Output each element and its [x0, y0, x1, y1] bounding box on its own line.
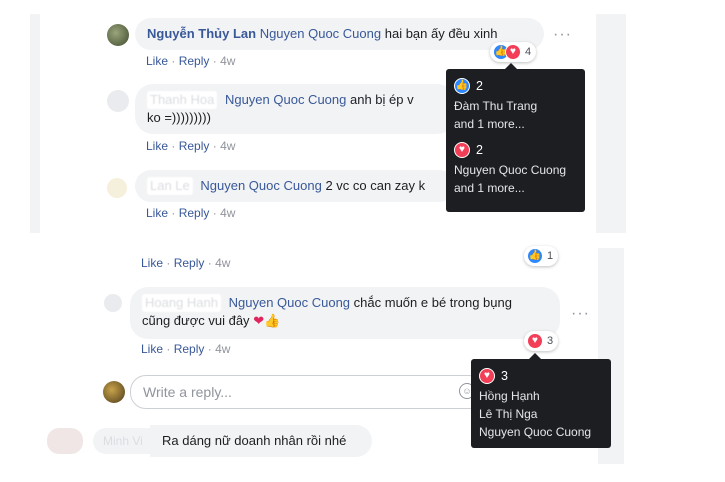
comment-text: 2 vc co can zay k — [325, 178, 426, 193]
mention-tag[interactable]: Nguyen Quoc Cuong — [225, 92, 346, 107]
heart-icon: ♥ — [479, 368, 495, 384]
timestamp[interactable]: 4w — [220, 206, 235, 220]
more-options-icon[interactable]: ··· — [571, 306, 590, 322]
avatar[interactable] — [107, 24, 129, 46]
reactions-tooltip: 👍 2 Đàm Thu Trang and 1 more... ♥ 2 Nguy… — [446, 69, 585, 212]
like-link[interactable]: Like — [141, 342, 163, 356]
comment-text: Ra dáng nữ doanh nhân rồi nhé — [162, 433, 347, 448]
heart-icon: ♥ — [527, 333, 543, 349]
reaction-count: 4 — [525, 46, 532, 58]
thumbs-up-emoji-icon: 👍 — [264, 313, 281, 328]
like-link[interactable]: Like — [146, 206, 168, 220]
comment-bubble: Hoang Hanh Nguyen Quoc Cuong chắc muốn e… — [130, 287, 560, 339]
like-link[interactable]: Like — [141, 256, 163, 270]
avatar[interactable] — [107, 178, 127, 198]
comment-text: hai bạn ấy đều xinh — [384, 26, 498, 41]
comment-text-cont: ko =))))))))) — [147, 110, 211, 125]
reactor-name: Nguyen Quoc Cuong — [454, 163, 567, 177]
comment-author-blurred[interactable]: Lan Le — [147, 177, 193, 195]
current-user-avatar — [103, 381, 125, 403]
timestamp[interactable]: 4w — [220, 54, 235, 68]
reply-link[interactable]: Reply — [179, 206, 210, 220]
like-link[interactable]: Like — [146, 54, 168, 68]
comment-bubble: Thanh Hoa Nguyen Quoc Cuong anh bị ép v … — [135, 84, 455, 134]
reply-link[interactable]: Reply — [174, 342, 205, 356]
reply-link[interactable]: Reply — [179, 139, 210, 153]
comment-author-blurred[interactable]: Thanh Hoa — [147, 91, 218, 109]
reactor-name: Hồng Hạnh — [479, 389, 540, 403]
mention-tag[interactable]: Nguyen Quoc Cuong — [200, 178, 321, 193]
reaction-summary[interactable]: 👍 ♥ 4 — [490, 42, 537, 62]
reactions-tooltip: ♥ 3 Hồng Hạnh Lê Thị Nga Nguyen Quoc Cuo… — [471, 359, 611, 448]
reaction-summary[interactable]: 👍 1 — [524, 246, 559, 266]
timestamp[interactable]: 4w — [220, 139, 235, 153]
comment-author-blurred[interactable]: Minh Vi — [93, 428, 153, 454]
comment-text: anh bị ép v — [350, 92, 414, 107]
more-options-icon[interactable]: ··· — [553, 27, 572, 43]
timestamp[interactable]: 4w — [215, 342, 230, 356]
avatar[interactable] — [47, 428, 83, 454]
avatar[interactable] — [107, 90, 129, 112]
comment-actions: Like · Reply · 4w — [146, 206, 236, 220]
thumbs-up-icon: 👍 — [454, 78, 470, 94]
reply-link[interactable]: Reply — [174, 256, 205, 270]
comment-actions: Like · Reply · 4w — [146, 139, 236, 153]
comment-actions: Like · Reply · 4w — [141, 342, 231, 356]
comment-actions: Like · Reply · 4w — [146, 54, 236, 68]
reply-link[interactable]: Reply — [179, 54, 210, 68]
comment-bubble: Ra dáng nữ doanh nhân rồi nhé — [150, 425, 372, 457]
like-link[interactable]: Like — [146, 139, 168, 153]
reactor-name: Lê Thị Nga — [479, 407, 538, 421]
love-count: 3 — [501, 369, 508, 383]
heart-icon: ♥ — [454, 142, 470, 158]
reaction-count: 3 — [547, 335, 554, 347]
comment-bubble: Lan Le Nguyen Quoc Cuong 2 vc co can zay… — [135, 170, 455, 202]
mention-tag[interactable]: Nguyen Quoc Cuong — [229, 295, 350, 310]
comment-author[interactable]: Nguyễn Thủy Lan — [147, 26, 256, 41]
comment-author-blurred[interactable]: Hoang Hanh — [142, 294, 221, 312]
comment-text-cont: cũng được vui đây — [142, 313, 250, 328]
mention-tag[interactable]: Nguyen Quoc Cuong — [260, 26, 381, 41]
thumbs-up-icon: 👍 — [527, 248, 543, 264]
more-reactors: and 1 more... — [454, 117, 525, 131]
reply-input-placeholder: Write a reply... — [143, 384, 232, 400]
reactor-name: Nguyen Quoc Cuong — [479, 425, 592, 439]
timestamp[interactable]: 4w — [215, 256, 230, 270]
heart-emoji-icon: ❤ — [253, 313, 265, 328]
reply-input[interactable]: Write a reply... — [130, 375, 485, 409]
comment-actions: Like · Reply · 4w — [141, 256, 231, 270]
comment-bubble: Nguyễn Thủy Lan Nguyen Quoc Cuong hai bạ… — [135, 18, 544, 50]
reaction-summary[interactable]: ♥ 3 — [524, 331, 559, 351]
heart-icon: ♥ — [505, 44, 521, 60]
reaction-count: 1 — [547, 250, 554, 262]
like-count: 2 — [476, 79, 483, 93]
love-count: 2 — [476, 143, 483, 157]
reactor-name: Đàm Thu Trang — [454, 99, 538, 113]
more-reactors: and 1 more... — [454, 181, 525, 195]
comment-text: chắc muốn e bé trong bụng — [353, 295, 512, 310]
avatar[interactable] — [104, 294, 122, 312]
